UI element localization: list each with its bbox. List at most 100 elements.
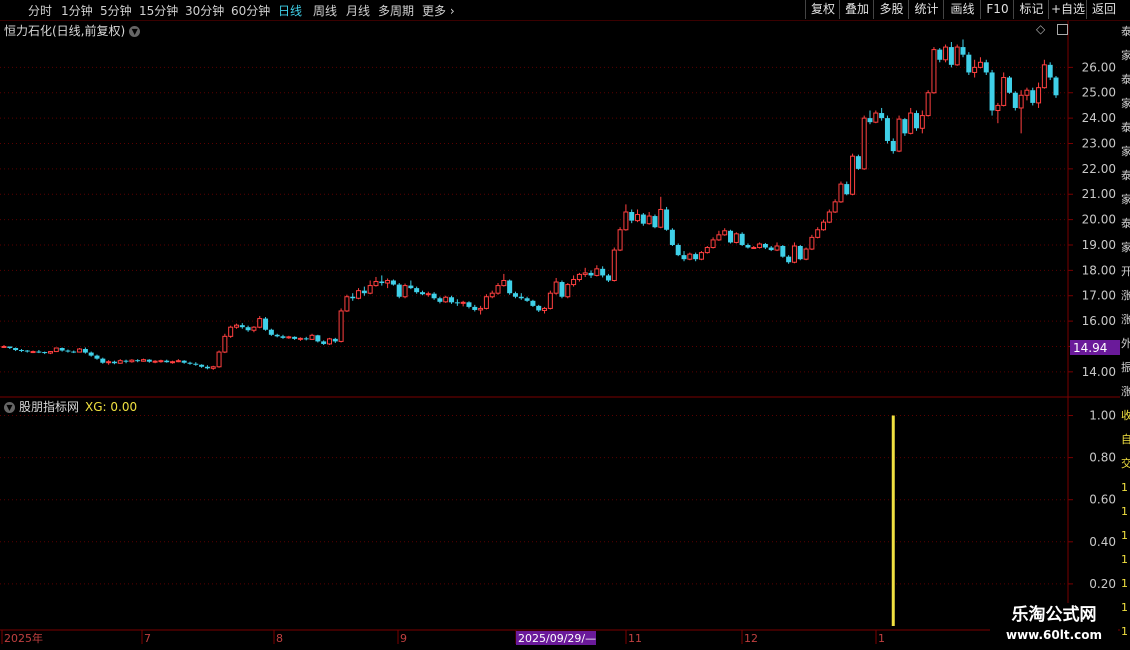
toolbar-button-8[interactable]: 返回 <box>1086 0 1121 19</box>
toolbar-button-0[interactable]: 复权 <box>805 0 840 19</box>
toolbar-button-4[interactable]: 画线 <box>943 0 981 19</box>
candle-body-up <box>757 243 763 249</box>
candle-body-up <box>646 215 652 225</box>
candle-body-down <box>786 256 792 263</box>
candle-body-down <box>268 329 274 335</box>
candle-body-down <box>884 118 890 141</box>
candle-body-up <box>228 326 234 337</box>
side-panel-char: 家 <box>1121 193 1130 206</box>
diamond-icon[interactable]: ◇ <box>1036 22 1045 36</box>
indicator-name[interactable]: 股朋指标网 <box>19 400 79 414</box>
candle-body-down <box>669 229 675 245</box>
stock-title[interactable]: 恒力石化(日线,前复权) <box>4 24 125 38</box>
candle-body-up <box>658 208 664 228</box>
candle-body-down <box>59 348 65 351</box>
period-tab-8[interactable]: 月线 <box>346 2 370 19</box>
price-tick-label: 16.00 <box>1082 314 1116 328</box>
toolbar-button-1[interactable]: 叠加 <box>839 0 874 19</box>
candle-body-up <box>594 268 600 276</box>
candle-body-down <box>797 246 803 260</box>
side-panel-char: 1 <box>1121 625 1128 638</box>
candle-body-up <box>257 318 263 328</box>
candle-body-up <box>826 211 832 223</box>
candle-body-up <box>687 253 693 260</box>
toolbar-button-6[interactable]: 标记 <box>1013 0 1049 19</box>
candle-body-down <box>989 72 995 111</box>
kline-chart-canvas[interactable]: 26.00 25.00 24.00 23.00 22.00 21.00 20.00 19.00… <box>0 0 1130 650</box>
candle-body-up <box>106 361 112 364</box>
date-tick-label: 1 <box>878 632 885 645</box>
candle-body-down <box>507 280 513 294</box>
side-panel-char: 泰 <box>1121 25 1130 38</box>
candle-body-down <box>350 296 356 299</box>
side-panel-char: 1 <box>1121 577 1128 590</box>
candle-body-up <box>972 66 978 73</box>
candle-body-down <box>414 288 420 293</box>
toolbar-button-2[interactable]: 多股 <box>873 0 909 19</box>
candle-body-up <box>1041 64 1047 89</box>
candle-body-down <box>960 47 966 55</box>
candle-body-up <box>850 155 856 195</box>
period-tab-1[interactable]: 1分钟 <box>61 2 93 19</box>
xg-value: XG: 0.00 <box>85 400 138 414</box>
candle-body-down <box>408 285 414 289</box>
toolbar-button-3[interactable]: 统计 <box>908 0 944 19</box>
candle-body-down <box>745 244 751 248</box>
side-panel-char: 泰 <box>1121 121 1130 134</box>
side-panel-char: 泰 <box>1121 73 1130 86</box>
side-panel-char: 开 <box>1121 265 1130 278</box>
candle-body-down <box>321 341 327 344</box>
candle-body-down <box>559 282 565 297</box>
side-panel-char: 泰 <box>1121 217 1130 230</box>
side-panel-char: 1 <box>1121 601 1128 614</box>
chevron-down-icon[interactable]: ▼ <box>4 402 15 413</box>
candle-body-down <box>780 246 786 257</box>
toolbar-button-5[interactable]: F10 <box>980 0 1014 19</box>
period-tab-10[interactable]: 更多 › <box>422 2 455 19</box>
candle-body-up <box>297 337 303 340</box>
candle-body-down <box>193 363 199 365</box>
candle-body-down <box>292 336 298 339</box>
price-tick-label: 23.00 <box>1082 136 1116 150</box>
candle-body-down <box>902 119 908 134</box>
candle-body-up <box>501 280 507 287</box>
candle-body-up <box>582 272 588 275</box>
candle-body-down <box>948 47 954 65</box>
period-tab-9[interactable]: 多周期 <box>378 2 414 19</box>
period-tab-0[interactable]: 分时 <box>28 2 52 19</box>
period-tab-7[interactable]: 周线 <box>313 2 337 19</box>
period-tab-3[interactable]: 15分钟 <box>139 2 178 19</box>
chevron-down-icon[interactable]: ▼ <box>129 26 141 37</box>
candle-body-up <box>356 290 362 299</box>
candle-body-up <box>553 281 559 294</box>
candle-body-down <box>245 327 251 331</box>
candle-body-down <box>966 54 972 73</box>
candle-body-up <box>722 230 728 236</box>
period-tab-4[interactable]: 30分钟 <box>185 2 224 19</box>
candle-body-down <box>890 140 896 152</box>
candle-body-down <box>867 118 873 123</box>
side-panel-char: 涨 <box>1121 313 1130 326</box>
candle-body-up <box>821 221 827 231</box>
candle-body-up <box>483 296 489 309</box>
candle-body-up <box>309 334 315 340</box>
candle-body-down <box>431 293 437 299</box>
period-tab-6[interactable]: 日线 <box>278 2 302 19</box>
side-panel-char: 振 <box>1121 361 1130 374</box>
candle-body-down <box>472 306 478 310</box>
period-tab-5[interactable]: 60分钟 <box>231 2 270 19</box>
window-icon[interactable] <box>1057 24 1069 35</box>
candle-body-up <box>344 296 350 312</box>
side-panel-char: 1 <box>1121 553 1128 566</box>
date-tick-label: 9 <box>400 632 407 645</box>
candle-body-down <box>315 335 321 342</box>
candle-body-down <box>24 350 30 352</box>
current-price-label: 14.94 <box>1073 341 1107 355</box>
candle-body-up <box>216 351 222 368</box>
period-tab-2[interactable]: 5分钟 <box>100 2 132 19</box>
candle-body-up <box>170 361 176 364</box>
watermark-url: www.60lt.com <box>1005 628 1103 642</box>
candle-body-down <box>204 366 210 369</box>
toolbar-button-7[interactable]: +自选 <box>1048 0 1087 19</box>
candle-body-down <box>71 351 77 353</box>
